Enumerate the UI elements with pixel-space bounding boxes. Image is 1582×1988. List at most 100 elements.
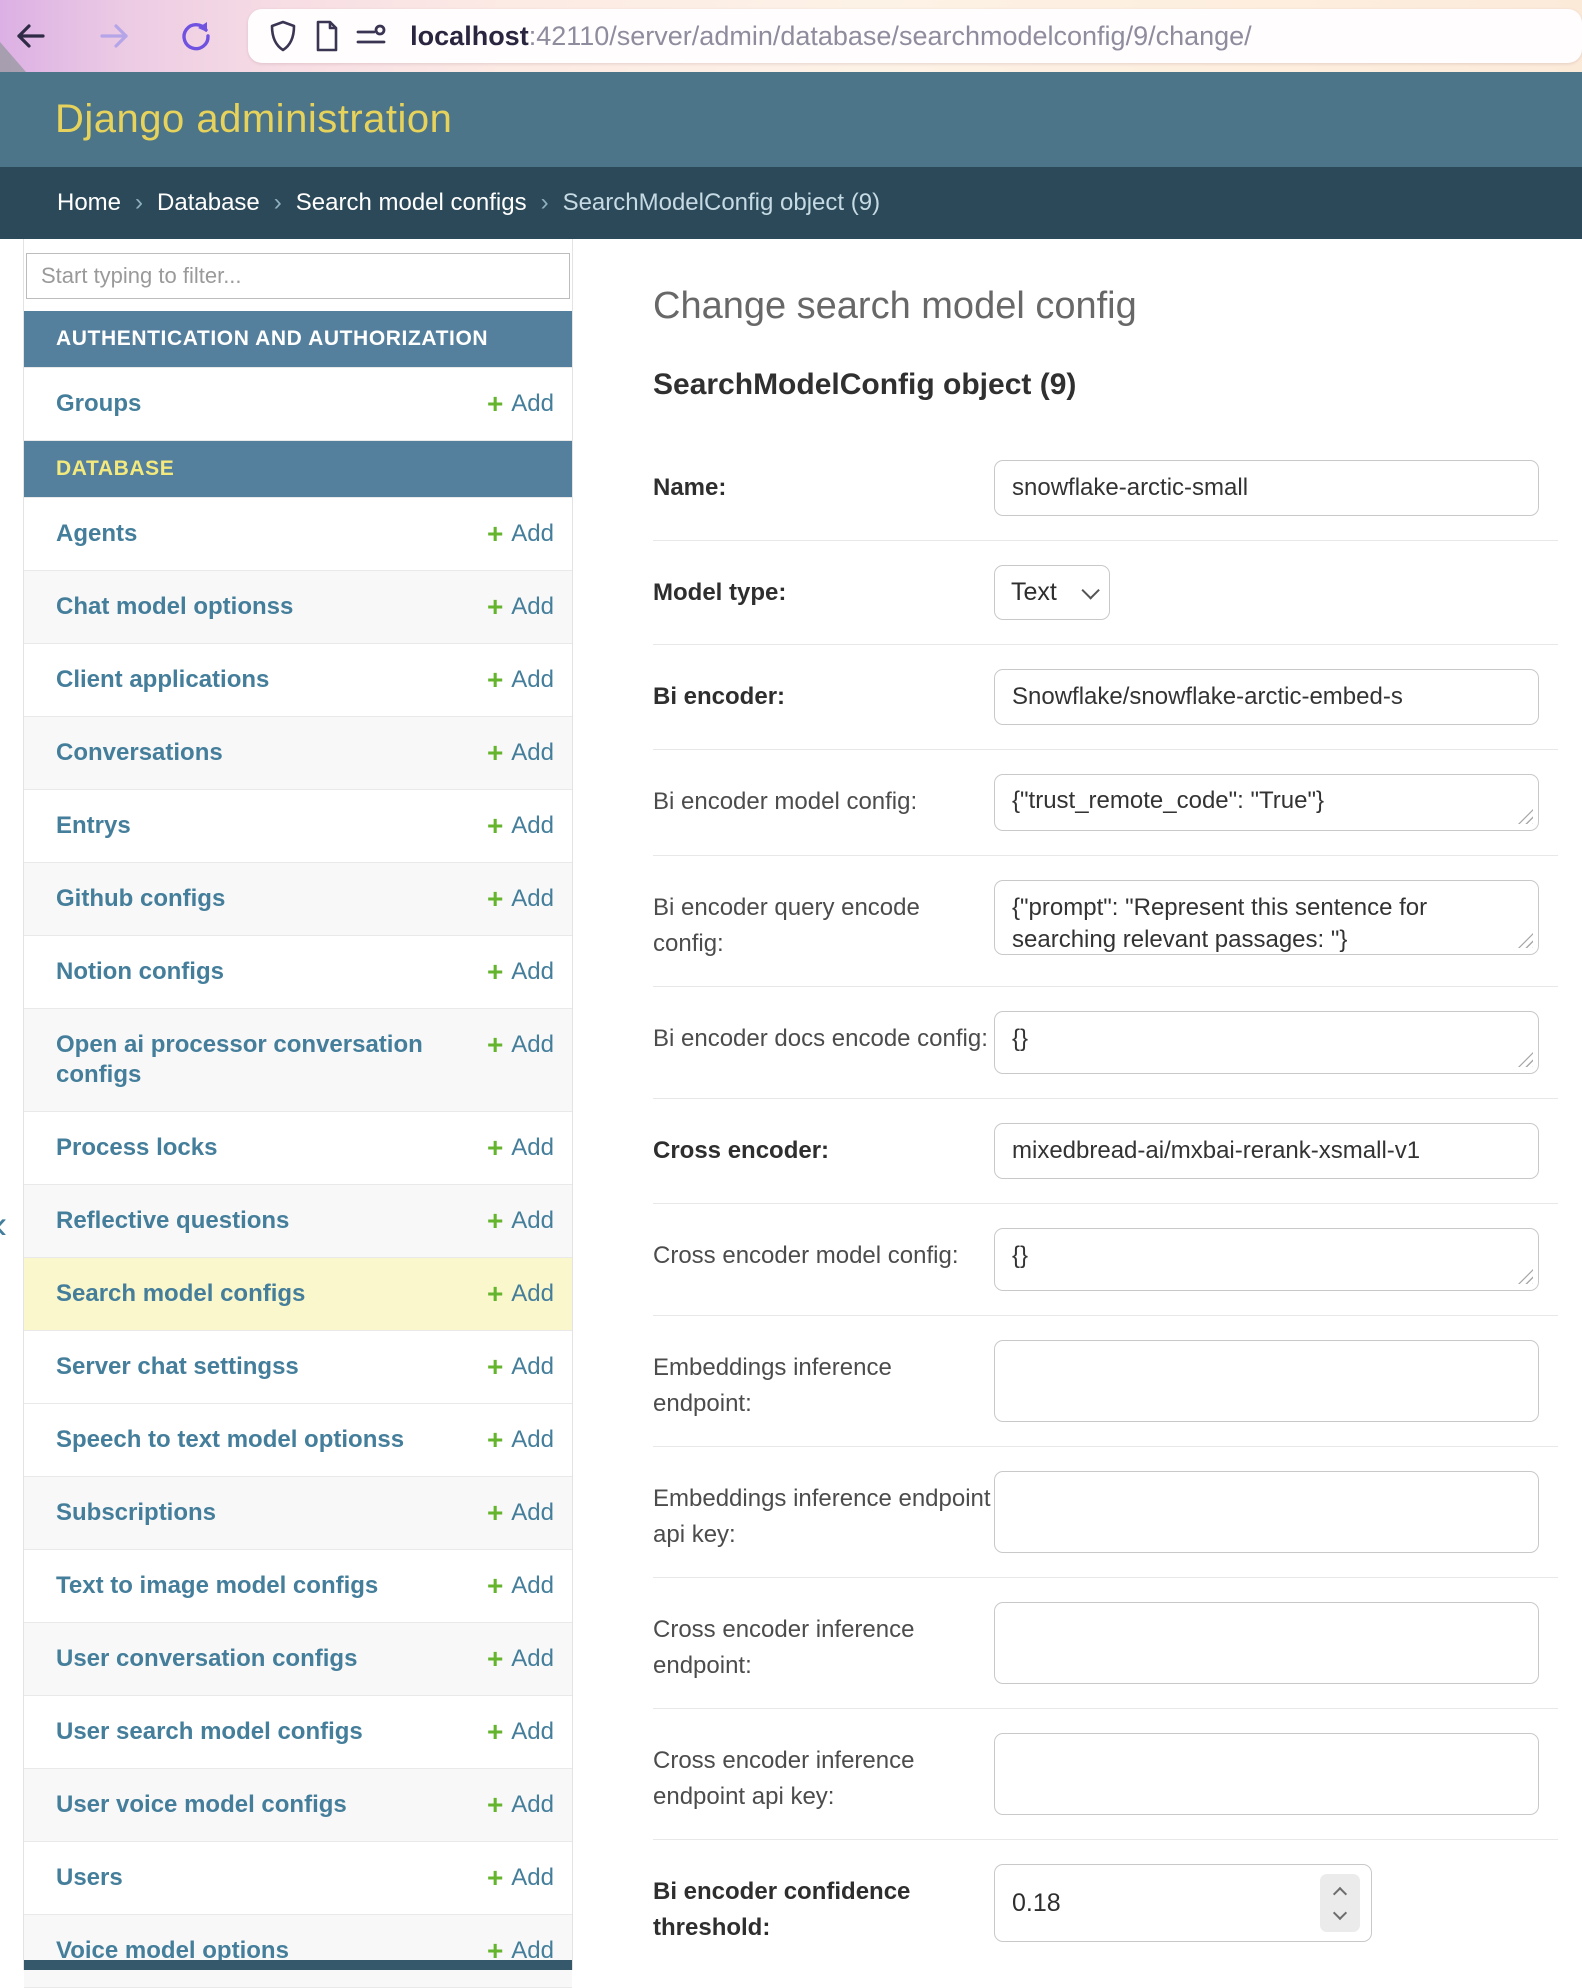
sidebar-section-auth[interactable]: AUTHENTICATION AND AUTHORIZATION <box>24 311 572 367</box>
bi-encoder-docs-encode-config-textarea[interactable]: {} <box>994 1011 1539 1074</box>
add-link[interactable]: +Add <box>487 958 554 986</box>
sidebar-item-text-to-image-model-configs[interactable]: Text to image model configs +Add <box>24 1549 572 1622</box>
add-link[interactable]: +Add <box>487 1134 554 1162</box>
sidebar-item-search-model-configs[interactable]: Search model configs +Add <box>24 1257 572 1330</box>
sidebar-item-chat-model-optionss[interactable]: Chat model optionss +Add <box>24 570 572 643</box>
add-link[interactable]: +Add <box>487 1353 554 1381</box>
add-link[interactable]: +Add <box>487 1031 554 1059</box>
plus-icon: + <box>487 1032 503 1058</box>
cross-encoder-input[interactable] <box>994 1123 1539 1179</box>
add-link[interactable]: +Add <box>487 1718 554 1746</box>
field-label: Cross encoder model config: <box>653 1228 994 1291</box>
sidebar-item-agents[interactable]: Agents +Add <box>24 497 572 570</box>
bi-encoder-input[interactable] <box>994 669 1539 725</box>
add-link[interactable]: +Add <box>487 812 554 840</box>
field-label: Embeddings inference endpoint: <box>653 1340 994 1422</box>
sidebar-item-client-applications[interactable]: Client applications +Add <box>24 643 572 716</box>
cross-encoder-model-config-textarea[interactable]: {} <box>994 1228 1539 1291</box>
sidebar-item-conversations[interactable]: Conversations +Add <box>24 716 572 789</box>
plus-icon: + <box>487 667 503 693</box>
bi-encoder-model-config-textarea[interactable]: {"trust_remote_code": "True"} <box>994 774 1539 831</box>
sidebar-item-groups[interactable]: Groups +Add <box>24 367 572 440</box>
number-spinner[interactable] <box>1320 1874 1360 1932</box>
field-label: Cross encoder inference endpoint: <box>653 1602 994 1684</box>
object-title: SearchModelConfig object (9) <box>653 368 1558 402</box>
url-text: localhost:42110/server/admin/database/se… <box>410 21 1252 52</box>
sidebar-item-user-search-model-configs[interactable]: User search model configs +Add <box>24 1695 572 1768</box>
url-host: localhost <box>410 21 529 51</box>
name-input[interactable] <box>994 460 1539 516</box>
plus-icon: + <box>487 959 503 985</box>
embeddings-inference-endpoint-api-key-input[interactable] <box>994 1471 1539 1553</box>
sidebar-filter-input[interactable] <box>26 253 570 299</box>
model-type-select[interactable]: Text <box>994 565 1110 620</box>
sidebar-item-users[interactable]: Users +Add <box>24 1841 572 1914</box>
sidebar-item-voice-model-options[interactable]: Voice model options +Add <box>24 1914 572 1987</box>
window-corner-decoration <box>0 42 26 72</box>
sidebar-item-process-locks[interactable]: Process locks +Add <box>24 1111 572 1184</box>
cross-encoder-inference-endpoint-input[interactable] <box>994 1602 1539 1684</box>
selected-option: Text <box>1011 578 1082 607</box>
sidebar-item-entrys[interactable]: Entrys +Add <box>24 789 572 862</box>
number-value: 0.18 <box>1012 1889 1320 1918</box>
sidebar-item-speech-to-text-model-optionss[interactable]: Speech to text model optionss +Add <box>24 1403 572 1476</box>
field-label: Cross encoder inference endpoint api key… <box>653 1733 994 1815</box>
add-link[interactable]: +Add <box>487 885 554 913</box>
url-bar[interactable]: localhost:42110/server/admin/database/se… <box>248 9 1582 63</box>
field-label: Name: <box>653 460 994 516</box>
add-link[interactable]: +Add <box>487 1791 554 1819</box>
field-row-bi-encoder-query-encode-config: Bi encoder query encode config: {"prompt… <box>653 855 1558 986</box>
field-row-bi-encoder: Bi encoder: <box>653 644 1558 749</box>
breadcrumb-current: SearchModelConfig object (9) <box>563 189 881 217</box>
sidebar-item-github-configs[interactable]: Github configs +Add <box>24 862 572 935</box>
plus-icon: + <box>487 886 503 912</box>
sidebar-item-reflective-questions[interactable]: Reflective questions +Add <box>24 1184 572 1257</box>
plus-icon: + <box>487 1500 503 1526</box>
permissions-toggle-icon[interactable] <box>354 19 388 53</box>
add-link[interactable]: +Add <box>487 1645 554 1673</box>
add-link[interactable]: +Add <box>487 739 554 767</box>
browser-reload-button[interactable] <box>175 14 218 58</box>
page-info-icon[interactable] <box>310 19 344 53</box>
sidebar-item-label[interactable]: Groups <box>56 389 487 419</box>
add-link[interactable]: +Add <box>487 1864 554 1892</box>
sidebar-item-open-ai-processor-conversation-configs[interactable]: Open ai processor conversation configs +… <box>24 1008 572 1111</box>
plus-icon: + <box>487 740 503 766</box>
plus-icon: + <box>487 1281 503 1307</box>
shield-icon[interactable] <box>266 19 300 53</box>
add-link[interactable]: +Add <box>487 666 554 694</box>
cross-encoder-inference-endpoint-api-key-input[interactable] <box>994 1733 1539 1815</box>
field-row-cross-encoder-inference-endpoint: Cross encoder inference endpoint: <box>653 1577 1558 1708</box>
sidebar-item-user-conversation-configs[interactable]: User conversation configs +Add <box>24 1622 572 1695</box>
add-link[interactable]: +Add <box>487 1499 554 1527</box>
add-link[interactable]: +Add <box>487 1572 554 1600</box>
field-label: Bi encoder: <box>653 669 994 725</box>
breadcrumb-database[interactable]: Database <box>157 189 260 217</box>
sidebar-item-server-chat-settingss[interactable]: Server chat settingss +Add <box>24 1330 572 1403</box>
add-link[interactable]: +Add <box>487 1426 554 1454</box>
add-link[interactable]: +Add <box>487 520 554 548</box>
plus-icon: + <box>487 1208 503 1234</box>
breadcrumb-home[interactable]: Home <box>57 189 121 217</box>
browser-forward-button[interactable] <box>93 14 136 58</box>
spinner-up-icon <box>1333 1886 1347 1900</box>
field-row-bi-encoder-docs-encode-config: Bi encoder docs encode config: {} <box>653 986 1558 1098</box>
forward-arrow-icon <box>98 21 132 51</box>
sidebar-item-subscriptions[interactable]: Subscriptions +Add <box>24 1476 572 1549</box>
field-label: Cross encoder: <box>653 1123 994 1179</box>
plus-icon: + <box>487 594 503 620</box>
sidebar-item-notion-configs[interactable]: Notion configs +Add <box>24 935 572 1008</box>
bi-encoder-confidence-threshold-input[interactable]: 0.18 <box>994 1864 1372 1942</box>
embeddings-inference-endpoint-input[interactable] <box>994 1340 1539 1422</box>
sidebar-section-database[interactable]: DATABASE <box>24 441 572 497</box>
sidebar-collapse-toggle[interactable]: ‹ <box>0 1205 7 1245</box>
site-title[interactable]: Django administration <box>55 97 452 142</box>
breadcrumb-separator: › <box>274 189 282 217</box>
add-link[interactable]: +Add <box>487 593 554 621</box>
sidebar-item-user-voice-model-configs[interactable]: User voice model configs +Add <box>24 1768 572 1841</box>
breadcrumb-search-model-configs[interactable]: Search model configs <box>296 189 527 217</box>
add-groups-link[interactable]: +Add <box>487 390 554 418</box>
bi-encoder-query-encode-config-textarea[interactable]: {"prompt": "Represent this sentence for … <box>994 880 1539 955</box>
add-link[interactable]: +Add <box>487 1207 554 1235</box>
add-link[interactable]: +Add <box>487 1280 554 1308</box>
